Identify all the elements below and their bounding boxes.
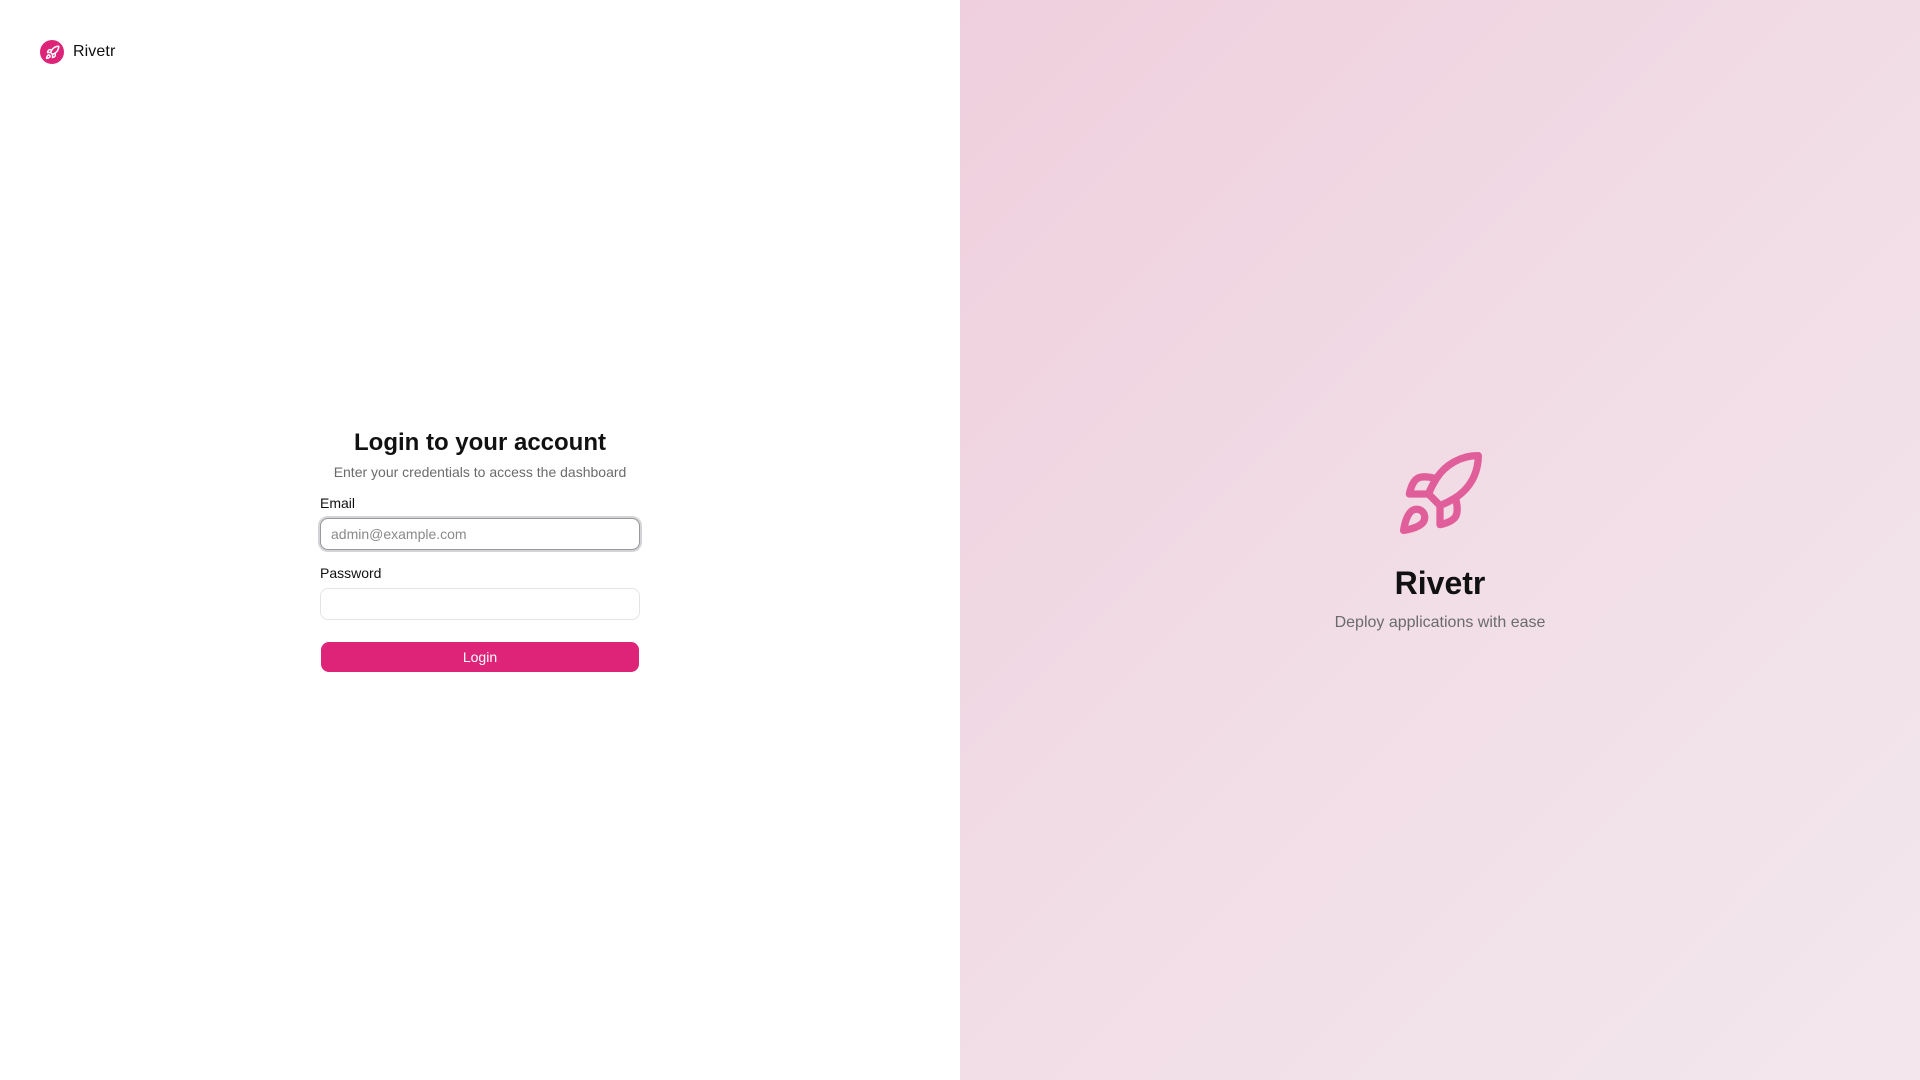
brand-header[interactable]: Rivetr <box>40 40 115 64</box>
hero-subtitle: Deploy applications with ease <box>1334 614 1546 631</box>
email-field[interactable] <box>320 518 640 550</box>
page-title: Login to your account <box>354 429 606 456</box>
password-field[interactable] <box>320 588 640 620</box>
rocket-icon <box>1394 448 1486 540</box>
hero-panel: Rivetr Deploy applications with ease <box>960 0 1920 1080</box>
password-label: Password <box>320 565 382 581</box>
login-button[interactable]: Login <box>321 642 639 672</box>
page-subtitle: Enter your credentials to access the das… <box>333 464 627 480</box>
brand-name: Rivetr <box>73 43 116 60</box>
rocket-icon <box>40 40 64 64</box>
login-form: Login to your account Enter your credent… <box>320 428 640 672</box>
login-page: Rivetr Login to your account Enter your … <box>0 0 1920 1080</box>
hero-title: Rivetr <box>1394 565 1486 601</box>
login-pane: Rivetr Login to your account Enter your … <box>0 0 960 1080</box>
email-label: Email <box>320 495 356 511</box>
hero-content: Rivetr Deploy applications with ease <box>960 448 1920 633</box>
